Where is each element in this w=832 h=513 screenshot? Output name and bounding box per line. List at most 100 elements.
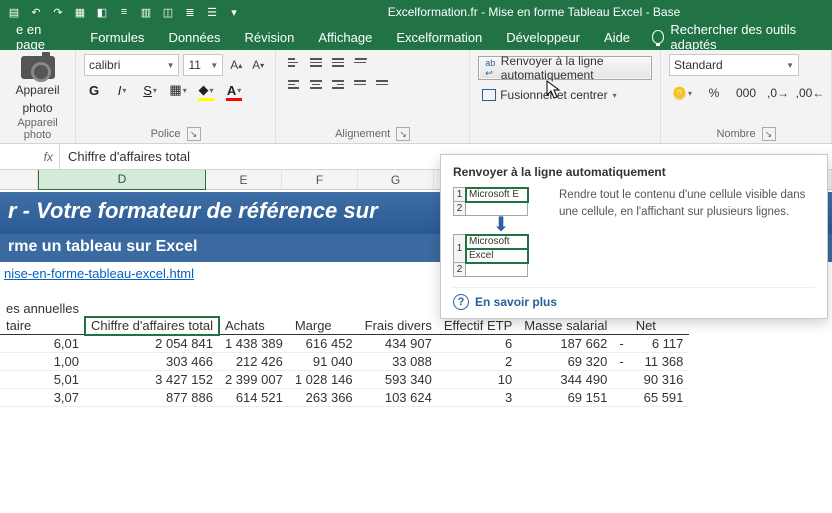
window-title: Excelformation.fr - Mise en forme Tablea… bbox=[242, 5, 826, 19]
nombre-dialog-launcher[interactable]: ↘ bbox=[762, 127, 776, 141]
qat-icon[interactable]: ◫ bbox=[160, 4, 176, 20]
wrap-label: Renvoyer à la ligne automatiquement bbox=[501, 54, 645, 82]
th-achats: Achats bbox=[219, 317, 289, 335]
lightbulb-icon bbox=[652, 30, 664, 44]
font-name-combo[interactable]: calibri▼ bbox=[84, 54, 179, 76]
tab-revision[interactable]: Révision bbox=[232, 24, 306, 50]
qat-icon[interactable]: ≡ bbox=[116, 4, 132, 20]
decrease-decimal-button[interactable]: ,00← bbox=[797, 82, 823, 104]
font-color-button[interactable]: A▾ bbox=[224, 80, 244, 100]
th-effectif: Effectif ETP bbox=[438, 317, 518, 335]
tooltip-graphic: 1Microsoft E 2 ⬇ 1Microsoft Excel 2 bbox=[453, 187, 549, 277]
borders-button[interactable]: ▦▾ bbox=[168, 80, 188, 100]
increase-indent-button[interactable] bbox=[372, 76, 392, 94]
wrap-text-button[interactable]: ab↩ Renvoyer à la ligne automatiquement bbox=[478, 56, 652, 80]
tab-donnees[interactable]: Données bbox=[156, 24, 232, 50]
thousands-format-button[interactable]: 000 bbox=[733, 82, 759, 104]
group-label-appareil: Appareil photo bbox=[8, 115, 67, 141]
font-size-value: 11 bbox=[188, 58, 200, 72]
orientation-button[interactable] bbox=[348, 54, 372, 72]
fx-icon[interactable]: fx bbox=[4, 144, 60, 169]
group-alignement: Alignement ↘ bbox=[276, 50, 470, 143]
group-label-nombre: Nombre bbox=[716, 128, 755, 140]
table-row: 6,012 054 8411 438 389616 452434 9076187… bbox=[0, 335, 689, 353]
camera-label-2: photo bbox=[23, 101, 53, 115]
align-top-button[interactable] bbox=[284, 54, 304, 72]
select-all-corner[interactable] bbox=[0, 170, 38, 189]
merge-icon bbox=[482, 89, 496, 101]
group-label-police: Police bbox=[151, 128, 181, 140]
alignement-dialog-launcher[interactable]: ↘ bbox=[396, 127, 410, 141]
number-format-combo[interactable]: Standard▼ bbox=[669, 54, 799, 76]
col-F[interactable]: F bbox=[282, 170, 358, 189]
group-nombre: Standard▼ 🪙▾ % 000 ,0→ ,00← Nombre ↘ bbox=[661, 50, 832, 143]
decrease-indent-button[interactable] bbox=[350, 76, 370, 94]
camera-label-1: Appareil bbox=[16, 83, 60, 97]
camera-icon[interactable] bbox=[21, 56, 55, 79]
align-right-button[interactable] bbox=[328, 76, 348, 94]
tab-excelformation[interactable]: Excelformation bbox=[384, 24, 494, 50]
th-masse: Masse salarial bbox=[518, 317, 613, 335]
group-police: calibri▼ 11▼ A▴ A▾ G I▾ S▾ ▦▾ ◆▾ A▾ Poli… bbox=[76, 50, 276, 143]
group-header-annuelles: es annuelles bbox=[0, 300, 85, 317]
table-row: 1,00303 466212 42691 04033 088269 320-11… bbox=[0, 353, 689, 371]
accounting-format-button[interactable]: 🪙▾ bbox=[669, 82, 695, 104]
qat-icon[interactable]: ↷ bbox=[50, 4, 66, 20]
tab-affichage[interactable]: Affichage bbox=[306, 24, 384, 50]
tab-developpeur[interactable]: Développeur bbox=[494, 24, 592, 50]
column-header-selected[interactable]: D bbox=[38, 170, 206, 190]
underline-button[interactable]: S▾ bbox=[140, 80, 160, 100]
table-row: 5,013 427 1522 399 0071 028 146593 34010… bbox=[0, 371, 689, 389]
wrap-icon: ab↩ bbox=[485, 58, 497, 79]
qat-icon[interactable]: ≣ bbox=[182, 4, 198, 20]
qat-icon[interactable]: ↶ bbox=[28, 4, 44, 20]
qat-icon[interactable]: ☰ bbox=[204, 4, 220, 20]
ribbon: Appareil photo Appareil photo calibri▼ 1… bbox=[0, 50, 832, 144]
align-left-button[interactable] bbox=[284, 76, 304, 94]
group-appareil-photo: Appareil photo Appareil photo bbox=[0, 50, 76, 143]
page-link[interactable]: nise-en-forme-tableau-excel.html bbox=[4, 266, 194, 281]
merge-label: Fusionner et centrer bbox=[500, 88, 607, 102]
group-label-alignement: Alignement bbox=[335, 128, 390, 140]
qat-icon[interactable]: ▾ bbox=[226, 4, 242, 20]
col-G[interactable]: G bbox=[358, 170, 434, 189]
increase-font-icon[interactable]: A▴ bbox=[227, 55, 245, 75]
tell-me-search[interactable]: Rechercher des outils adaptés bbox=[642, 22, 832, 52]
tab-aide[interactable]: Aide bbox=[592, 24, 642, 50]
italic-button[interactable]: I▾ bbox=[112, 80, 132, 100]
th-frais: Frais divers bbox=[359, 317, 438, 335]
qat-icon[interactable]: ▦ bbox=[72, 4, 88, 20]
down-arrow-icon: ⬇ bbox=[453, 218, 549, 232]
police-dialog-launcher[interactable]: ↘ bbox=[187, 127, 201, 141]
bold-button[interactable]: G bbox=[84, 80, 104, 100]
tab-mise-en-page[interactable]: e en page bbox=[4, 24, 78, 50]
th-marge: Marge bbox=[289, 317, 359, 335]
tab-formules[interactable]: Formules bbox=[78, 24, 156, 50]
percent-format-button[interactable]: % bbox=[701, 82, 727, 104]
search-placeholder: Rechercher des outils adaptés bbox=[670, 22, 822, 52]
align-center-button[interactable] bbox=[306, 76, 326, 94]
col-E[interactable]: E bbox=[206, 170, 282, 189]
fill-color-button[interactable]: ◆▾ bbox=[196, 80, 216, 100]
increase-decimal-button[interactable]: ,0→ bbox=[765, 82, 791, 104]
tt-cell-before: Microsoft E bbox=[466, 188, 528, 202]
table-row: 3,07877 886614 521263 366103 624369 1516… bbox=[0, 389, 689, 407]
merge-center-button[interactable]: Fusionner et centrer ▾ bbox=[478, 86, 652, 104]
wrap-text-tooltip: Renvoyer à la ligne automatiquement 1Mic… bbox=[440, 154, 828, 319]
tooltip-learn-more-link[interactable]: En savoir plus bbox=[475, 295, 557, 309]
title-bar: ▤ ↶ ↷ ▦ ◧ ≡ ▥ ◫ ≣ ☰ ▾ Excelformation.fr … bbox=[0, 0, 832, 24]
align-middle-button[interactable] bbox=[306, 54, 326, 72]
qat-icon[interactable]: ◧ bbox=[94, 4, 110, 20]
ribbon-tabs: e en page Formules Données Révision Affi… bbox=[0, 24, 832, 50]
font-size-combo[interactable]: 11▼ bbox=[183, 54, 223, 76]
decrease-font-icon[interactable]: A▾ bbox=[249, 55, 267, 75]
qat-icon[interactable]: ▤ bbox=[6, 4, 22, 20]
th-ca-total[interactable]: Chiffre d'affaires total bbox=[85, 317, 219, 335]
th-taire: taire bbox=[0, 317, 85, 335]
group-alignement-right: ab↩ Renvoyer à la ligne automatiquement … bbox=[470, 50, 661, 143]
th-net: Net bbox=[630, 317, 690, 335]
tooltip-title: Renvoyer à la ligne automatiquement bbox=[453, 165, 815, 179]
number-format-value: Standard bbox=[674, 58, 723, 72]
align-bottom-button[interactable] bbox=[328, 54, 348, 72]
qat-icon[interactable]: ▥ bbox=[138, 4, 154, 20]
